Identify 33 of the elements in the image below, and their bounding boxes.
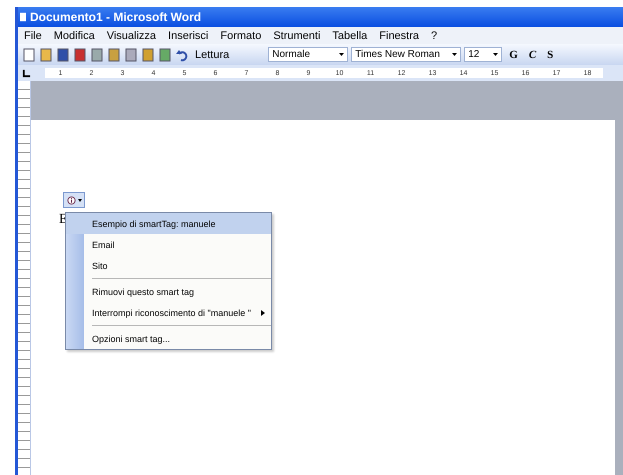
menu-item[interactable]: Modifica [54,30,95,42]
menu-item[interactable]: Interrompi riconoscimento di "manuele " [66,302,271,323]
menu-item[interactable]: Formato [220,30,262,42]
menu-item[interactable]: Email [66,234,271,255]
caret-icon [78,198,82,202]
caret-icon [452,53,458,56]
menu-item[interactable]: Opzioni smart tag... [66,328,271,349]
format-button[interactable]: S [543,48,558,60]
style-dropdown[interactable]: Normale [268,47,348,62]
menu-item[interactable]: Tabella [332,30,368,42]
format-button[interactable]: G [505,48,522,60]
smart-tag-button[interactable] [63,192,85,208]
font-dropdown[interactable]: Times New Roman [351,47,462,62]
menu-item[interactable]: Inserisci [168,30,208,42]
menu-item[interactable]: Visualizza [106,30,156,42]
menu-item[interactable]: Strumenti [273,30,320,42]
size-dropdown[interactable]: 12 [464,47,502,62]
menu-item[interactable]: Finestra [379,30,420,42]
window-title-text: Documento1 - Microsoft Word [30,10,202,24]
document-icon [20,10,26,24]
submenu-arrow-icon [261,310,265,316]
format-button[interactable]: C [524,48,540,60]
menu-item[interactable]: Sito [66,255,271,276]
tab-stop-icon[interactable] [22,68,31,78]
menu-item[interactable]: Rimuovi questo smart tag [66,281,271,302]
undo-icon[interactable] [175,48,189,62]
menu-item[interactable]: Esempio di smartTag: manuele [66,213,271,234]
info-icon [66,196,76,204]
menu-item[interactable]: ? [431,30,438,42]
menu-item[interactable]: File [24,30,42,42]
caret-icon [493,53,498,56]
caret-icon [339,53,344,56]
reading-button[interactable]: Lettura [192,46,232,64]
